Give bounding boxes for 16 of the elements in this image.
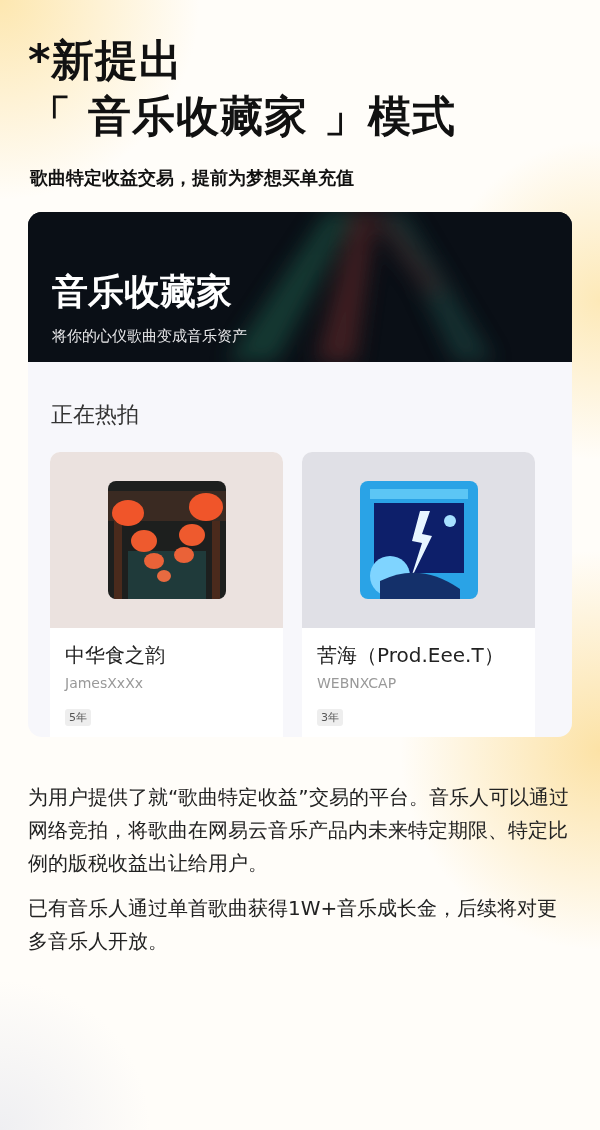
artist-name: WEBNXCAP	[317, 675, 397, 691]
paragraph: 为用户提供了就“歌曲特定收益”交易的平台。音乐人可以通过网络竞拍，将歌曲在网易云音乐产品内未来特定期限、特定比例的版税收益出让给用户。	[28, 784, 570, 877]
headline: 「 音乐收藏家 」模式	[28, 90, 457, 143]
tagline: 歌曲特定收益交易，提前为梦想买单充值	[30, 166, 355, 190]
song-title: 苦海（Prod.Eee.T）	[317, 642, 504, 669]
term-tag: 5年	[65, 709, 91, 726]
song-card[interactable]: 中华食之韵 JamesXxXx 5年	[50, 452, 283, 737]
term-tag: 3年	[317, 709, 343, 726]
song-card[interactable]: 苦海（Prod.Eee.T） WEBNXCAP 3年	[302, 452, 535, 737]
paragraph: 已有音乐人通过单首歌曲获得1W+音乐成长金，后续将对更多音乐人开放。	[28, 895, 559, 955]
banner-title: 音乐收藏家	[52, 270, 232, 314]
artist-name: JamesXxXx	[65, 675, 143, 691]
headline: *新提出	[28, 34, 185, 87]
section-title: 正在热拍	[51, 401, 139, 429]
song-title: 中华食之韵	[65, 642, 165, 669]
banner-subtitle: 将你的心仪歌曲变成音乐资产	[52, 327, 247, 346]
